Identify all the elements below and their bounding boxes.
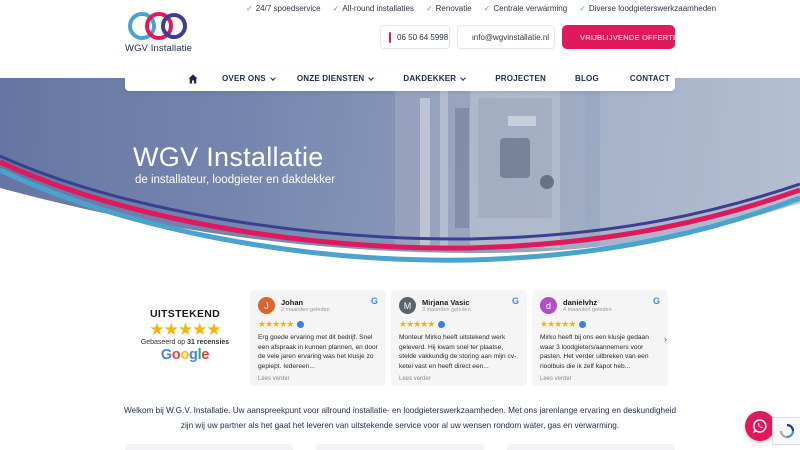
check-icon: ✓ (483, 4, 491, 13)
avatar: d (540, 297, 557, 314)
rating-summary: UITSTEKEND ★★★★★ Gebaseerd op 31 recensi… (135, 308, 235, 363)
check-icon: ✓ (332, 4, 340, 13)
review-date: 4 maanden geleden (563, 307, 612, 313)
check-icon: ✓ (579, 4, 586, 13)
nav-item-contact[interactable]: CONTACT (630, 74, 670, 83)
service-card[interactable] (125, 444, 293, 450)
usp-label: Renovatie (435, 4, 472, 13)
chevron-down-icon (460, 74, 467, 81)
review-date: 3 maanden geleden (422, 307, 471, 313)
review-card: d danielvhz 4 maanden geleden G ★★★★★ Mi… (532, 290, 668, 386)
nav-item-projecten[interactable]: PROJECTEN (495, 74, 546, 83)
verified-badge-icon (438, 321, 446, 328)
hero-subtitle: de installateur, loodgieter en dakdekker (135, 174, 336, 186)
usp-item: ✓ Diverse loodgieterswerkzaamheden (579, 4, 716, 13)
review-stars: ★★★★★ (399, 319, 435, 329)
review-card: M Mirjana Vasic 3 maanden geleden G ★★★★… (391, 290, 527, 386)
verified-badge-icon (297, 321, 305, 328)
nav-label: OVER ONS (222, 74, 266, 83)
hero-title: WGV Installatie (133, 142, 324, 172)
phone-number: 06 50 64 5998 (397, 32, 449, 42)
usp-item: ✓ 24/7 spoedservice (246, 4, 321, 13)
quote-button[interactable]: VRIJBLIJVENDE OFFERTE (562, 25, 679, 49)
google-g-icon: G (652, 296, 660, 306)
rating-count-prefix: Gebaseerd op (140, 339, 186, 346)
phone-icon (389, 31, 391, 43)
avatar: J (258, 297, 275, 314)
chevron-down-icon (270, 74, 276, 81)
main-nav: OVER ONS ONZE DIENSTEN DAKDEKKER PROJECT… (125, 66, 675, 91)
whatsapp-icon (753, 419, 767, 433)
nav-label: DAKDEKKER (403, 74, 457, 83)
usp-label: Diverse loodgieterswerkzaamheden (588, 4, 717, 13)
service-card[interactable] (507, 444, 675, 450)
check-icon: ✓ (425, 4, 433, 13)
check-icon: ✓ (246, 4, 253, 13)
intro-text: Welkom bij W.G.V. Installatie. Uw aanspr… (123, 406, 677, 430)
nav-label: BLOG (574, 74, 599, 83)
recaptcha-icon (779, 423, 794, 439)
usp-bar: ✓ 24/7 spoedservice ✓ All-round installati… (246, 4, 716, 13)
review-stars: ★★★★★ (258, 319, 294, 329)
home-icon (188, 74, 198, 83)
usp-item: ✓ Renovatie (426, 4, 472, 13)
google-g-icon: G (370, 296, 378, 306)
phone-button[interactable]: 06 50 64 5998 (380, 25, 450, 49)
review-date: 2 maanden geleden (281, 307, 330, 313)
logo-mark-icon (128, 12, 187, 40)
carousel-next-icon[interactable]: › (664, 334, 667, 344)
nav-label: CONTACT (629, 74, 670, 83)
logo[interactable]: WGV Installatie (125, 10, 192, 54)
usp-item: ✓ Centrale verwarming (484, 4, 568, 13)
nav-item-over-ons[interactable]: OVER ONS (222, 74, 276, 83)
review-author: danielvhz (563, 298, 598, 307)
review-card: J Johan 2 maanden geleden G ★★★★★ Erg go… (250, 290, 386, 386)
review-stars: ★★★★★ (540, 319, 576, 329)
read-more-link[interactable]: Lees verder (399, 376, 519, 382)
review-text: Monteur Mirko heeft uitstekend werk gele… (399, 334, 517, 370)
hero-background-photo (0, 78, 800, 274)
review-text: Mirko heeft bij ons een klusje gedaan wa… (540, 334, 649, 370)
usp-label: 24/7 spoedservice (255, 4, 321, 13)
nav-item-onze-diensten[interactable]: ONZE DIENSTEN (296, 74, 375, 83)
service-card[interactable] (316, 444, 484, 450)
review-author: Johan (281, 298, 304, 307)
review-author: Mirjana Vasic (422, 298, 470, 307)
usp-item: ✓ All-round installaties (333, 4, 414, 13)
avatar: M (399, 297, 416, 314)
email-button[interactable]: info@wgvinstallatie.nl (457, 25, 555, 49)
nav-home[interactable] (178, 74, 208, 84)
quote-button-label: VRIJBLIJVENDE OFFERTE (580, 32, 679, 42)
usp-label: Centrale verwarming (493, 4, 568, 13)
read-more-link[interactable]: Lees verder (258, 376, 378, 382)
verified-badge-icon (579, 321, 587, 328)
email-address: info@wgvinstallatie.nl (472, 32, 550, 42)
logo-text: WGV Installatie (125, 43, 192, 54)
nav-item-dakdekker[interactable]: DAKDEKKER (403, 74, 467, 83)
google-logo: Google (160, 347, 210, 363)
read-more-link[interactable]: Lees verder (540, 376, 660, 382)
rating-count-value: 31 recensies (187, 339, 230, 346)
hero-banner: WGV Installatie de installateur, loodgie… (0, 78, 800, 274)
review-text: Erg goede ervaring met dit bedrijf. Snel… (258, 334, 378, 370)
rating-count: Gebaseerd op 31 recensies (135, 339, 235, 346)
page: WGV Installatie de installateur, loodgie… (0, 0, 800, 450)
recaptcha-badge[interactable] (772, 417, 800, 445)
rating-stars: ★★★★★ (149, 320, 221, 339)
nav-item-blog[interactable]: BLOG (575, 74, 599, 83)
usp-label: All-round installaties (342, 4, 414, 13)
whatsapp-button[interactable] (745, 411, 775, 441)
nav-label: PROJECTEN (495, 74, 546, 83)
chevron-down-icon (368, 74, 375, 81)
nav-label: ONZE DIENSTEN (296, 74, 365, 83)
rating-title: UITSTEKEND (149, 308, 221, 320)
google-g-icon: G (511, 296, 519, 306)
